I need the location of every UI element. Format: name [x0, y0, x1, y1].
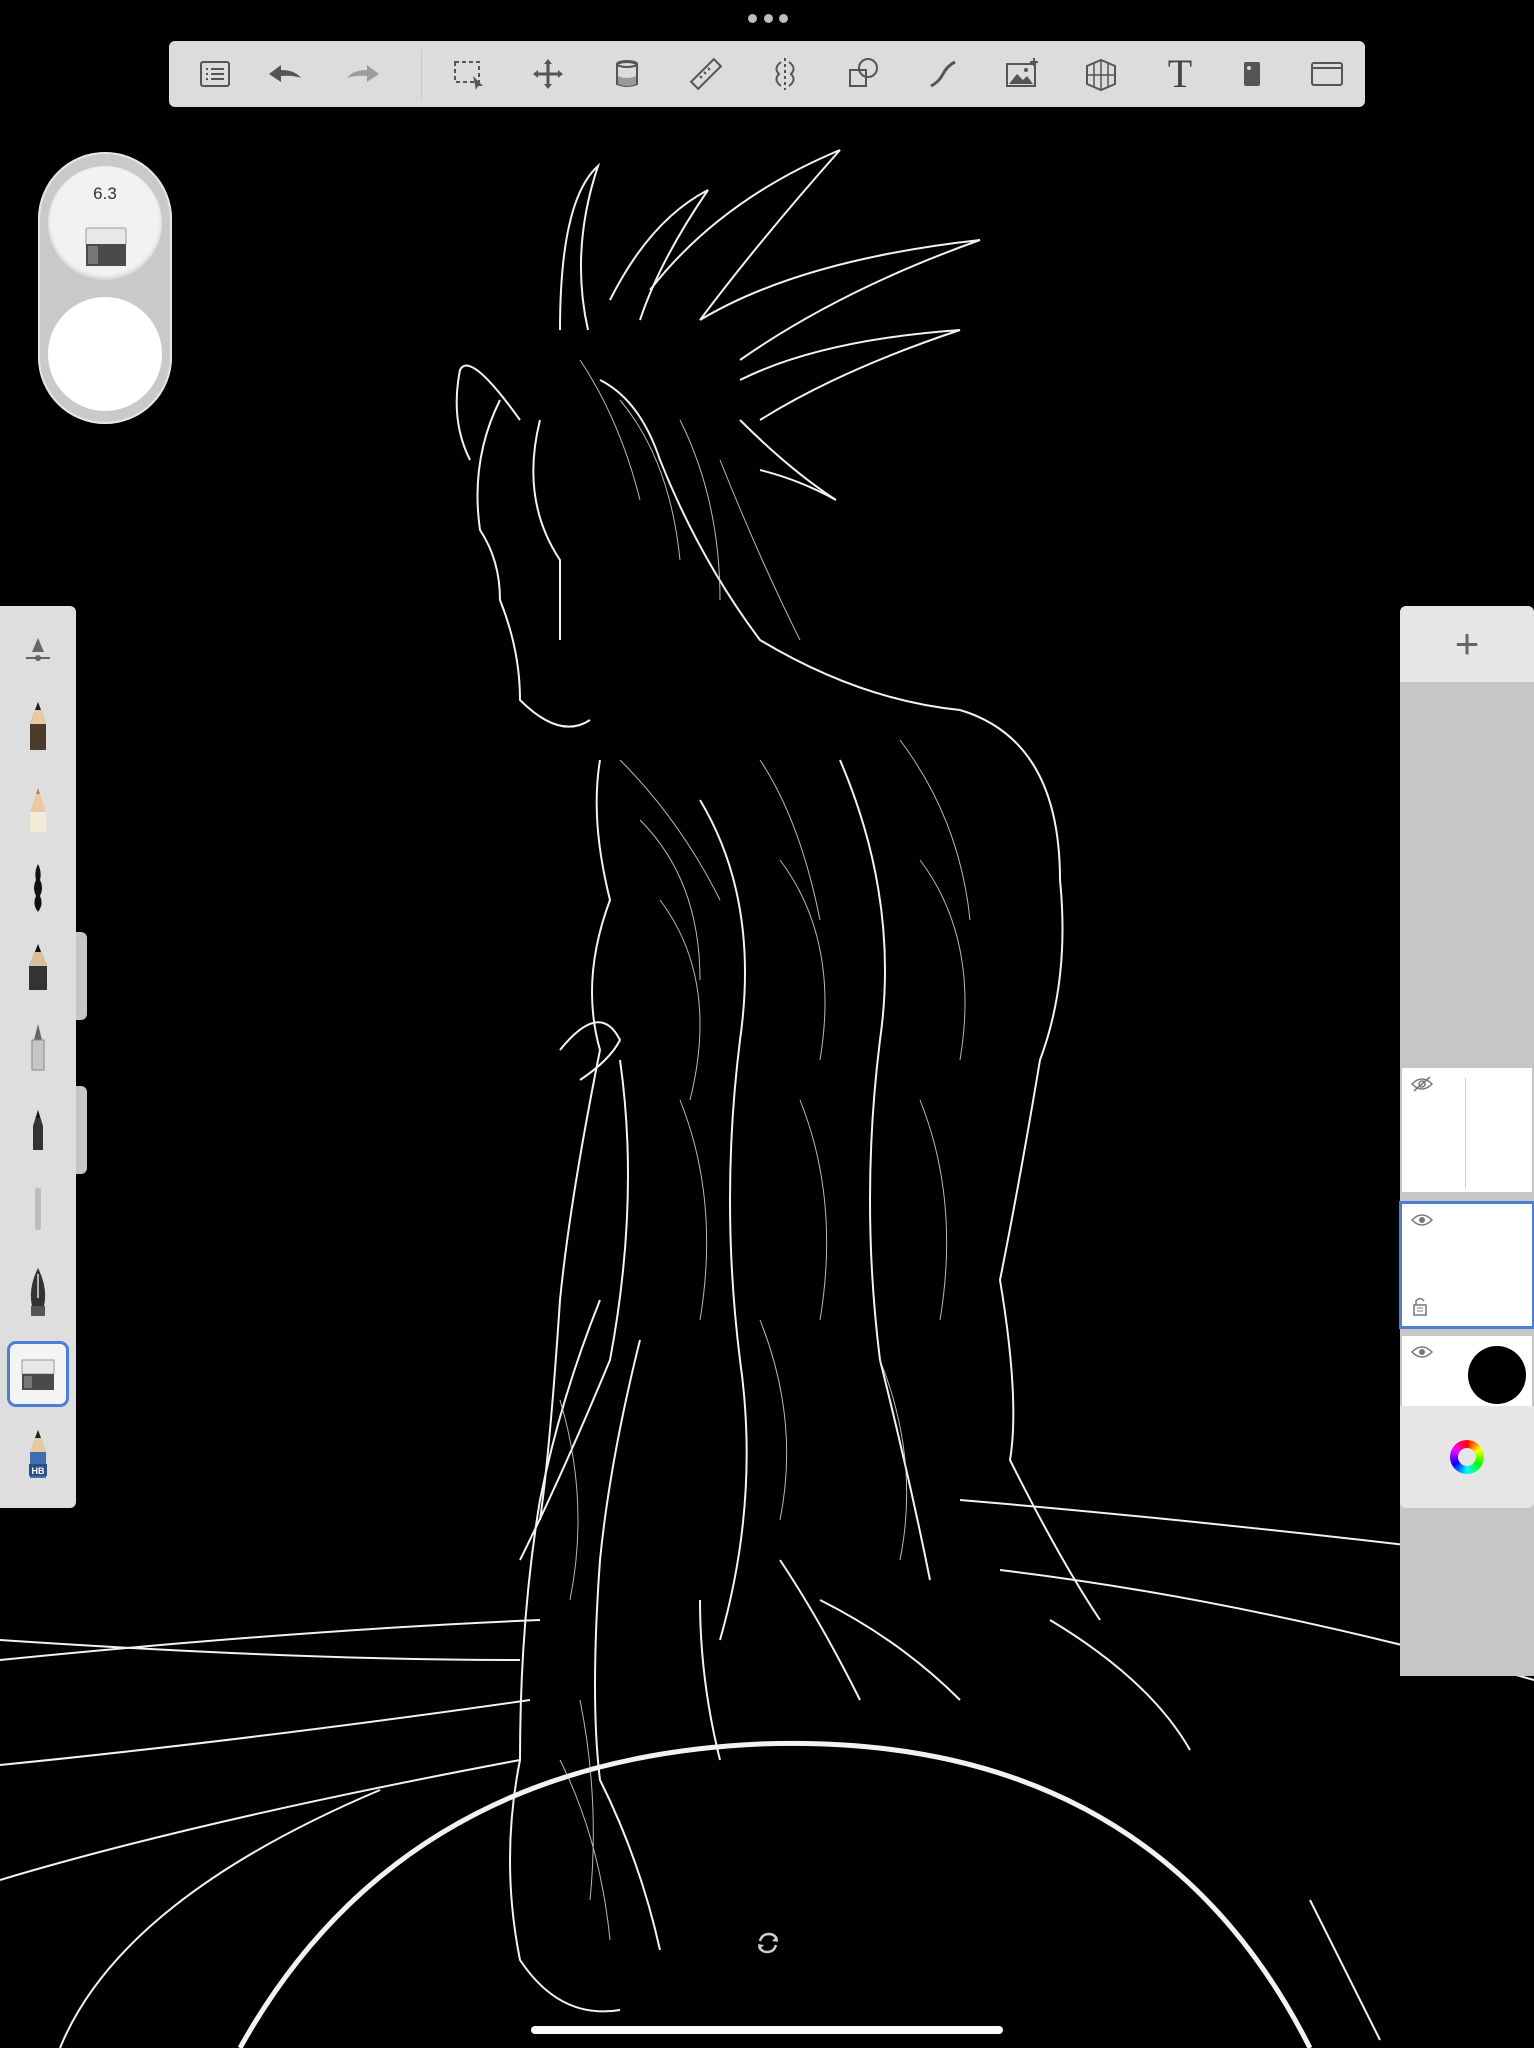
import-image-icon[interactable] — [998, 50, 1046, 98]
home-indicator[interactable] — [531, 2026, 1003, 2034]
layer-panel: + — [1400, 606, 1534, 1676]
brush-library-icon[interactable] — [1228, 50, 1276, 98]
brush-puck[interactable]: 6.3 — [38, 152, 172, 424]
symmetry-icon[interactable] — [761, 50, 809, 98]
ruler-icon[interactable] — [682, 50, 730, 98]
fine-pen-icon[interactable] — [10, 1096, 66, 1156]
brush-size-control[interactable]: 6.3 — [48, 166, 162, 280]
paint-brush-icon[interactable] — [10, 1016, 66, 1076]
selection-icon[interactable] — [445, 50, 493, 98]
layer-1[interactable] — [1402, 1204, 1532, 1326]
steady-stroke-icon[interactable] — [919, 50, 967, 98]
fill-icon[interactable] — [603, 50, 651, 98]
fullscreen-icon[interactable] — [1303, 50, 1351, 98]
background-layer[interactable] — [1402, 1336, 1532, 1414]
eye-icon[interactable] — [1410, 1344, 1434, 1360]
brush-palette-tab-lower[interactable] — [76, 1086, 87, 1174]
smudge-icon[interactable] — [10, 1178, 66, 1238]
ink-brush-icon[interactable] — [10, 858, 66, 918]
background-color-swatch[interactable] — [1468, 1346, 1526, 1404]
eraser-icon[interactable] — [10, 1344, 66, 1404]
hb-label: HB — [32, 1466, 45, 1476]
fountain-pen-icon[interactable] — [10, 1262, 66, 1322]
undo-icon[interactable] — [261, 50, 309, 98]
color-editor-button[interactable] — [1400, 1406, 1534, 1508]
text-glyph: T — [1167, 51, 1193, 96]
layer-2[interactable] — [1402, 1068, 1532, 1192]
brush-size-value: 6.3 — [93, 184, 117, 203]
drawing-canvas[interactable] — [0, 0, 1534, 2048]
color-opacity-control[interactable] — [48, 297, 162, 411]
sync-icon[interactable] — [755, 1930, 781, 1956]
marker-icon[interactable] — [10, 936, 66, 996]
main-toolbar: T — [169, 41, 1365, 107]
color-wheel-icon — [1450, 1440, 1484, 1474]
transform-icon[interactable] — [524, 50, 572, 98]
brush-palette: HB — [0, 606, 76, 1508]
gallery-icon[interactable] — [191, 50, 239, 98]
eraser-icon — [85, 227, 127, 266]
hidden-eye-icon[interactable] — [1410, 1076, 1434, 1092]
brush-palette-tab-upper[interactable] — [76, 932, 87, 1020]
add-layer-button[interactable]: + — [1400, 606, 1534, 682]
text-icon[interactable]: T — [1156, 50, 1204, 98]
lock-icon[interactable] — [1412, 1296, 1428, 1316]
brush-properties-icon[interactable] — [10, 618, 66, 678]
layer-2-thumbnail — [1465, 1078, 1466, 1188]
pencil-icon[interactable] — [10, 696, 66, 756]
soft-pencil-icon[interactable] — [10, 778, 66, 838]
redo-icon[interactable] — [339, 50, 387, 98]
predictive-stroke-icon[interactable] — [840, 50, 888, 98]
perspective-guide-icon[interactable] — [1077, 50, 1125, 98]
hb-pencil-icon[interactable]: HB — [10, 1424, 66, 1484]
multitasking-grip[interactable] — [748, 12, 788, 24]
eye-icon[interactable] — [1410, 1212, 1434, 1228]
